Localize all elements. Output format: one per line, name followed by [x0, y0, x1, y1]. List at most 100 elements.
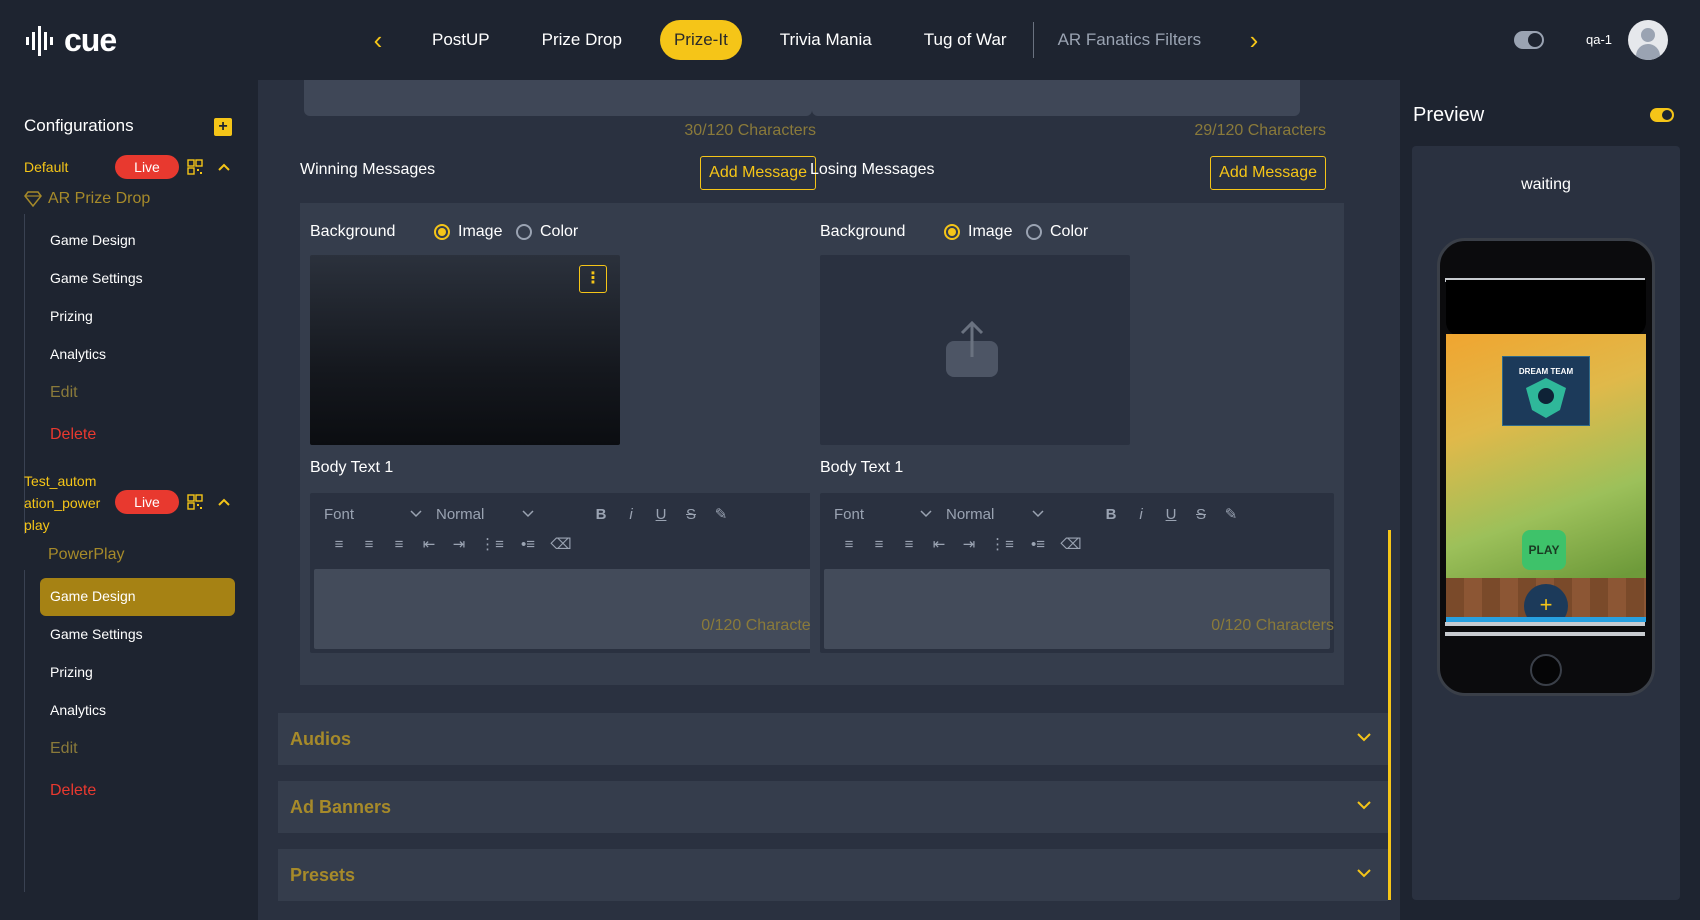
app-logo[interactable]: cue — [24, 22, 117, 59]
align-center-icon[interactable]: ≡ — [864, 536, 894, 553]
underline-icon[interactable]: U — [646, 506, 676, 523]
body-char-count: 0/120 Characters — [701, 617, 824, 634]
sidebar-item-prizing[interactable]: Prizing — [50, 664, 93, 680]
preview-panel: Preview waiting DREAM TEAM PLAY + — [1400, 80, 1700, 920]
live-badge[interactable]: Live — [115, 155, 179, 179]
ordered-list-icon[interactable]: ⋮≡ — [984, 535, 1020, 553]
upload-icon — [946, 320, 998, 377]
tab-ar-fanatics-filters[interactable]: AR Fanatics Filters — [1044, 20, 1216, 60]
italic-icon[interactable]: i — [616, 506, 646, 523]
tab-prize-drop[interactable]: Prize Drop — [528, 20, 636, 60]
sidebar-item-delete[interactable]: Delete — [50, 426, 96, 444]
size-select[interactable]: Normal — [946, 506, 1096, 523]
winning-title-input[interactable] — [304, 80, 812, 116]
body-text-input[interactable] — [314, 569, 820, 649]
live-badge[interactable]: Live — [115, 490, 179, 514]
sidebar-item-edit[interactable]: Edit — [50, 384, 78, 402]
tab-postup[interactable]: PostUP — [418, 20, 504, 60]
tab-trivia-mania[interactable]: Trivia Mania — [766, 20, 886, 60]
add-losing-message-button[interactable]: Add Message — [1210, 156, 1326, 190]
chevron-up-icon[interactable] — [216, 159, 232, 175]
sidebar-item-game-design[interactable]: Game Design — [50, 232, 136, 248]
preview-toggle[interactable] — [1650, 108, 1674, 122]
nav-prev-arrow[interactable]: ‹ — [363, 26, 393, 56]
sidebar-item-edit[interactable]: Edit — [50, 740, 78, 758]
highlighter-icon[interactable]: ✎ — [706, 505, 736, 523]
font-select[interactable]: Font — [324, 506, 436, 523]
size-select-value: Normal — [436, 505, 485, 523]
play-button[interactable]: PLAY — [1522, 530, 1566, 570]
avatar-head-shape — [1641, 28, 1655, 42]
config-label-default[interactable]: Default — [24, 156, 68, 178]
underline-icon[interactable]: U — [1156, 506, 1186, 523]
outdent-icon[interactable]: ⇤ — [924, 535, 954, 553]
size-select[interactable]: Normal — [436, 506, 586, 523]
bold-icon[interactable]: B — [586, 506, 616, 523]
nav-next-arrow[interactable]: › — [1239, 26, 1269, 56]
ordered-list-icon[interactable]: ⋮≡ — [474, 535, 510, 553]
phone-mockup: DREAM TEAM PLAY + — [1437, 238, 1655, 696]
radio-label: Color — [1050, 223, 1089, 240]
bullet-list-icon[interactable]: •≡ — [510, 536, 546, 553]
add-winning-message-button[interactable]: Add Message — [700, 156, 816, 190]
eraser-icon[interactable]: ⌫ — [1056, 535, 1086, 553]
bold-icon[interactable]: B — [1096, 506, 1126, 523]
phone-notch — [1446, 280, 1646, 336]
italic-icon[interactable]: i — [1126, 506, 1156, 523]
accordion-ad-banners[interactable]: Ad Banners — [278, 781, 1388, 833]
font-select[interactable]: Font — [834, 506, 946, 523]
sidebar: Configurations + Default Live AR Prize D… — [0, 80, 258, 920]
sidebar-item-game-settings[interactable]: Game Settings — [50, 270, 143, 286]
align-left-icon[interactable]: ≡ — [834, 536, 864, 553]
losing-messages-label: Losing Messages — [810, 161, 935, 178]
scrollbar-thumb[interactable] — [1388, 530, 1391, 900]
phone-line — [1445, 622, 1645, 626]
avatar[interactable] — [1628, 20, 1668, 60]
qr-code-icon[interactable] — [187, 494, 203, 510]
outdent-icon[interactable]: ⇤ — [414, 535, 444, 553]
align-left-icon[interactable]: ≡ — [324, 536, 354, 553]
logo-text: cue — [64, 22, 117, 58]
align-right-icon[interactable]: ≡ — [894, 536, 924, 553]
body-text-input[interactable] — [824, 569, 1330, 649]
highlighter-icon[interactable]: ✎ — [1216, 505, 1246, 523]
add-configuration-button[interactable]: + — [214, 118, 232, 136]
sidebar-item-game-design-selected[interactable]: Game Design — [50, 588, 136, 604]
background-color-radio[interactable]: Color — [1026, 223, 1088, 241]
background-image-preview[interactable]: ⋮ — [310, 255, 620, 445]
chevron-up-icon[interactable] — [216, 494, 232, 510]
losing-title-input[interactable] — [812, 80, 1300, 116]
align-right-icon[interactable]: ≡ — [384, 536, 414, 553]
qr-code-icon[interactable] — [187, 159, 203, 175]
indent-icon[interactable]: ⇥ — [444, 535, 474, 553]
tab-prize-it[interactable]: Prize-It — [659, 20, 742, 60]
background-image-radio[interactable]: Image — [944, 223, 1012, 241]
align-center-icon[interactable]: ≡ — [354, 536, 384, 553]
radio-label: Image — [968, 223, 1013, 240]
sidebar-item-delete[interactable]: Delete — [50, 782, 96, 800]
sidebar-item-analytics[interactable]: Analytics — [50, 346, 106, 362]
strikethrough-icon[interactable]: S — [1186, 506, 1216, 523]
bullet-list-icon[interactable]: •≡ — [1020, 536, 1056, 553]
accordion-audios[interactable]: Audios — [278, 713, 1388, 765]
accordion-presets[interactable]: Presets — [278, 849, 1388, 901]
tab-tug-of-war[interactable]: Tug of War — [910, 20, 1021, 60]
sidebar-item-analytics[interactable]: Analytics — [50, 702, 106, 718]
indent-icon[interactable]: ⇥ — [954, 535, 984, 553]
theme-toggle[interactable] — [1514, 31, 1544, 49]
logo-waveform-icon — [26, 25, 53, 56]
size-select-value: Normal — [946, 505, 995, 523]
background-image-radio[interactable]: Image — [434, 223, 502, 241]
sidebar-item-prizing[interactable]: Prizing — [50, 308, 93, 324]
background-image-upload[interactable] — [820, 255, 1130, 445]
game-title-powerplay[interactable]: PowerPlay — [48, 546, 124, 564]
more-options-icon[interactable]: ⋮ — [579, 265, 607, 293]
winning-title-char-count: 30/120 Characters — [684, 122, 816, 139]
config-label-test-automation[interactable]: Test_autom ation_power play — [24, 470, 108, 536]
eraser-icon[interactable]: ⌫ — [546, 535, 576, 553]
team-logo-image: DREAM TEAM — [1502, 356, 1590, 426]
strikethrough-icon[interactable]: S — [676, 506, 706, 523]
game-title-ar-prize-drop[interactable]: AR Prize Drop — [24, 190, 150, 208]
sidebar-item-game-settings[interactable]: Game Settings — [50, 626, 143, 642]
background-color-radio[interactable]: Color — [516, 223, 578, 241]
